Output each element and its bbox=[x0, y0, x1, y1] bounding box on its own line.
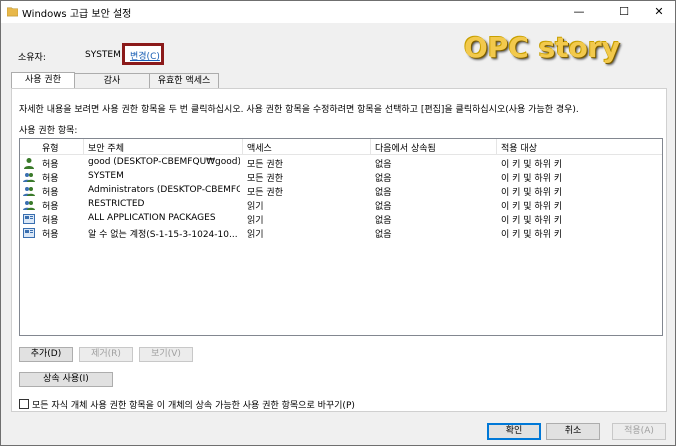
row-applies: 이 키 및 하위 키 bbox=[501, 216, 563, 226]
add-button[interactable]: 추가(D) bbox=[19, 347, 73, 362]
list-header: 유형 보안 주체 액세스 다음에서 상속됨 적용 대상 bbox=[20, 139, 662, 155]
window-title: Windows 고급 보안 설정 bbox=[22, 9, 132, 20]
remove-button[interactable]: 제거(R) bbox=[79, 347, 133, 362]
table-row[interactable]: 허용 ALL APPLICATION PACKAGES 읽기 없음 이 키 및 … bbox=[20, 212, 662, 226]
owner-label: 소유자: bbox=[18, 53, 46, 63]
group-icon bbox=[23, 201, 35, 210]
row-access: 읽기 bbox=[247, 230, 264, 240]
row-type: 허용 bbox=[42, 202, 59, 212]
watermark-text: OPC story bbox=[464, 31, 620, 64]
change-owner-highlight: 변경(C) bbox=[122, 43, 164, 65]
replace-permissions-checkbox[interactable] bbox=[19, 399, 29, 409]
table-row[interactable]: 허용 Administrators (DESKTOP-CBEMFQ... 모든 … bbox=[20, 184, 662, 198]
table-row[interactable]: 허용 SYSTEM 모든 권한 없음 이 키 및 하위 키 bbox=[20, 170, 662, 184]
row-principal: 알 수 없는 계정(S-1-15-3-1024-10... bbox=[88, 230, 238, 240]
row-type: 허용 bbox=[42, 230, 59, 240]
user-icon bbox=[24, 158, 34, 169]
column-applies-to[interactable]: 적용 대상 bbox=[501, 141, 537, 154]
tab-auditing[interactable]: 감사 bbox=[74, 73, 150, 89]
apply-button[interactable]: 적용(A) bbox=[612, 423, 666, 440]
table-row[interactable]: 허용 RESTRICTED 읽기 없음 이 키 및 하위 키 bbox=[20, 198, 662, 212]
package-icon bbox=[23, 214, 35, 224]
column-type[interactable]: 유형 bbox=[42, 141, 59, 154]
row-access: 모든 권한 bbox=[247, 174, 283, 184]
ok-button[interactable]: 확인 bbox=[487, 423, 541, 440]
column-principal[interactable]: 보안 주체 bbox=[88, 141, 124, 154]
package-icon bbox=[23, 228, 35, 238]
row-principal: Administrators (DESKTOP-CBEMFQ... bbox=[88, 185, 240, 195]
row-applies: 이 키 및 하위 키 bbox=[501, 230, 563, 240]
row-inherited: 없음 bbox=[375, 188, 392, 198]
table-row[interactable]: 허용 good (DESKTOP-CBEMFQU₩good) 모든 권한 없음 … bbox=[20, 156, 662, 170]
row-access: 읽기 bbox=[247, 202, 264, 212]
permission-entries-list[interactable]: 유형 보안 주체 액세스 다음에서 상속됨 적용 대상 허용 good (DES… bbox=[19, 138, 663, 336]
view-button[interactable]: 보기(V) bbox=[139, 347, 193, 362]
row-inherited: 없음 bbox=[375, 174, 392, 184]
replace-permissions-label[interactable]: 모든 자식 개체 사용 권한 항목을 이 개체의 상속 가능한 사용 권한 항목… bbox=[32, 398, 355, 411]
advanced-security-window: Windows 고급 보안 설정 — ☐ ✕ 소유자: SYSTEM 변경(C)… bbox=[0, 0, 676, 446]
row-principal: RESTRICTED bbox=[88, 199, 145, 209]
enable-inheritance-button[interactable]: 상속 사용(I) bbox=[19, 372, 113, 387]
row-principal: ALL APPLICATION PACKAGES bbox=[88, 213, 216, 223]
row-inherited: 없음 bbox=[375, 160, 392, 170]
permissions-panel: 자세한 내용을 보려면 사용 권한 항목을 두 번 클릭하십시오. 사용 권한 … bbox=[11, 88, 667, 412]
description-text: 자세한 내용을 보려면 사용 권한 항목을 두 번 클릭하십시오. 사용 권한 … bbox=[19, 105, 579, 115]
row-type: 허용 bbox=[42, 188, 59, 198]
row-principal: SYSTEM bbox=[88, 171, 124, 181]
row-type: 허용 bbox=[42, 160, 59, 170]
entries-label: 사용 권한 항목: bbox=[19, 126, 78, 136]
row-access: 모든 권한 bbox=[247, 188, 283, 198]
table-row[interactable]: 허용 알 수 없는 계정(S-1-15-3-1024-10... 읽기 없음 이… bbox=[20, 226, 662, 240]
close-button[interactable]: ✕ bbox=[641, 1, 676, 23]
owner-value: SYSTEM bbox=[85, 50, 121, 60]
column-inherited-from[interactable]: 다음에서 상속됨 bbox=[375, 141, 436, 154]
folder-icon bbox=[7, 7, 18, 17]
cancel-button[interactable]: 취소 bbox=[546, 423, 600, 440]
row-inherited: 없음 bbox=[375, 216, 392, 226]
minimize-button[interactable]: — bbox=[561, 1, 597, 23]
row-access: 모든 권한 bbox=[247, 160, 283, 170]
change-owner-link[interactable]: 변경(C) bbox=[130, 49, 160, 62]
row-applies: 이 키 및 하위 키 bbox=[501, 174, 563, 184]
group-icon bbox=[23, 173, 35, 182]
row-inherited: 없음 bbox=[375, 202, 392, 212]
row-applies: 이 키 및 하위 키 bbox=[501, 202, 563, 212]
title-bar: Windows 고급 보안 설정 — ☐ ✕ bbox=[1, 1, 675, 23]
maximize-button[interactable]: ☐ bbox=[606, 1, 642, 23]
row-access: 읽기 bbox=[247, 216, 264, 226]
column-access[interactable]: 액세스 bbox=[247, 141, 272, 154]
group-icon bbox=[23, 187, 35, 196]
row-applies: 이 키 및 하위 키 bbox=[501, 188, 563, 198]
row-inherited: 없음 bbox=[375, 230, 392, 240]
row-applies: 이 키 및 하위 키 bbox=[501, 160, 563, 170]
row-type: 허용 bbox=[42, 216, 59, 226]
row-type: 허용 bbox=[42, 174, 59, 184]
row-principal: good (DESKTOP-CBEMFQU₩good) bbox=[88, 157, 240, 167]
tab-effective-access[interactable]: 유효한 액세스 bbox=[149, 73, 219, 89]
